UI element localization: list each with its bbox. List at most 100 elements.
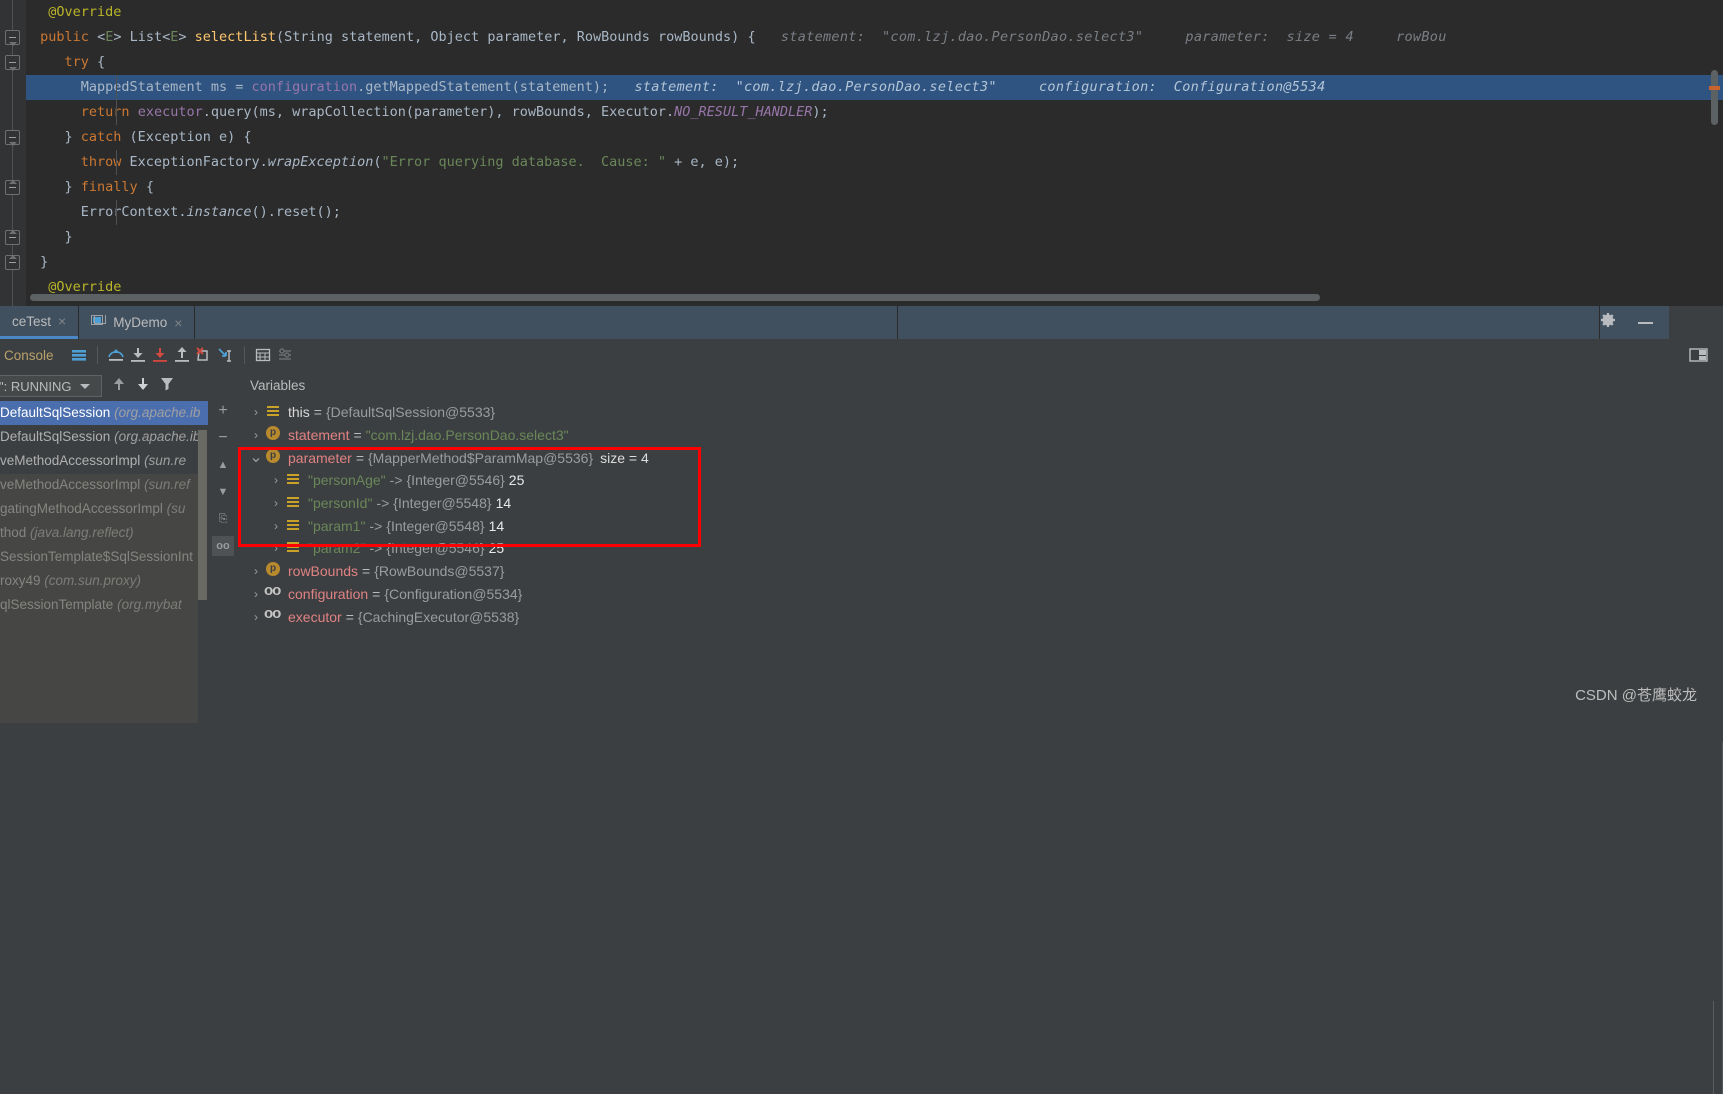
- expander-collapsed-icon[interactable]: ›: [268, 519, 284, 533]
- arrow-up-icon[interactable]: [112, 376, 126, 397]
- step-out-icon[interactable]: [171, 344, 193, 366]
- frames-toolbar[interactable]: ": RUNNING: [0, 371, 208, 401]
- editor-error-stripe-mark[interactable]: [1709, 86, 1720, 90]
- tabbar-actions[interactable]: [1600, 306, 1670, 339]
- expander-collapsed-icon[interactable]: ›: [248, 564, 264, 578]
- editor-vertical-scrollbar[interactable]: [1711, 70, 1718, 125]
- variable-row[interactable]: › "personId" -> {Integer@5548} 14: [238, 492, 1723, 515]
- code-token: executor: [137, 104, 203, 120]
- code-line[interactable]: } catch (Exception e) {: [26, 125, 1723, 150]
- indent-guide: [116, 200, 117, 225]
- console-tab-label[interactable]: Console: [0, 348, 54, 363]
- variable-row[interactable]: › "param2" -> {Integer@5546} 25: [238, 537, 1723, 560]
- frame-item[interactable]: DefaultSqlSession (org.apache.ib: [0, 425, 208, 449]
- expander-collapsed-icon[interactable]: ›: [248, 610, 264, 624]
- restore-layout-icon[interactable]: [1689, 346, 1723, 364]
- code-line[interactable]: }: [26, 225, 1723, 250]
- minimize-icon[interactable]: [1638, 321, 1654, 324]
- code-line[interactable]: @Override: [26, 0, 1723, 25]
- code-token: @Override: [48, 279, 122, 295]
- chevron-down-icon[interactable]: [79, 383, 90, 389]
- close-icon[interactable]: ×: [58, 313, 66, 329]
- map-key: "param2": [308, 540, 366, 557]
- debug-toolbar[interactable]: Console: [0, 339, 1723, 371]
- gear-icon[interactable]: [1600, 312, 1616, 333]
- code-token: wrapException: [267, 154, 374, 170]
- move-up-icon[interactable]: ▲: [212, 455, 234, 475]
- code-line[interactable]: } finally {: [26, 175, 1723, 200]
- param-icon: [264, 448, 282, 466]
- code-line[interactable]: try {: [26, 50, 1723, 75]
- fold-marker-catch[interactable]: [5, 130, 20, 146]
- code-line[interactable]: throw ExceptionFactory.wrapException("Er…: [26, 150, 1723, 175]
- variable-row[interactable]: › executor={CachingExecutor@5538}: [238, 605, 1723, 628]
- expander-collapsed-icon[interactable]: ›: [268, 473, 284, 487]
- code-token: {: [88, 54, 106, 70]
- add-watch-icon[interactable]: +: [212, 401, 234, 421]
- code-line[interactable]: public <E> List<E> selectList(String sta…: [26, 25, 1723, 50]
- variable-row[interactable]: ⌄ parameter={MapperMethod$ParamMap@5536} s…: [238, 446, 1723, 469]
- copy-value-icon[interactable]: ⎘: [212, 509, 234, 529]
- fold-marker-finally[interactable]: [5, 180, 20, 195]
- code-token: RowBounds: [576, 29, 650, 45]
- settings-list-icon[interactable]: [274, 344, 296, 366]
- fold-marker-try[interactable]: [5, 55, 20, 71]
- variable-row[interactable]: › statement="com.lzj.dao.PersonDao.select…: [238, 424, 1723, 447]
- toolbar-divider: [96, 346, 98, 364]
- force-step-into-icon[interactable]: [149, 344, 171, 366]
- variables-side-toolbar[interactable]: + − ▲ ▼ ⎘ oo: [208, 371, 238, 723]
- expander-collapsed-icon[interactable]: ›: [268, 541, 284, 555]
- remove-watch-icon[interactable]: −: [212, 428, 234, 448]
- code-editor[interactable]: @Override public <E> List<E> selectList(…: [0, 0, 1723, 306]
- frame-item[interactable]: veMethodAccessorImpl (sun.re: [0, 449, 208, 473]
- code-content[interactable]: @Override public <E> List<E> selectList(…: [26, 0, 1723, 306]
- fold-marker-method-end[interactable]: [5, 255, 20, 270]
- expander-collapsed-icon[interactable]: ›: [248, 405, 264, 419]
- code-token: parameter,: [479, 29, 577, 45]
- code-token: getMappedStatement: [365, 79, 512, 95]
- evaluate-expression-icon[interactable]: [252, 344, 274, 366]
- editor-horizontal-scrollbar[interactable]: [30, 294, 1320, 301]
- code-line[interactable]: ErrorContext.instance().reset();: [26, 200, 1723, 225]
- variable-row[interactable]: › rowBounds={RowBounds@5537}: [238, 560, 1723, 583]
- code-token: finally: [80, 179, 138, 195]
- tab-cetest[interactable]: ceTest ×: [0, 306, 79, 339]
- variable-row[interactable]: › "personAge" -> {Integer@5546} 25: [238, 469, 1723, 492]
- variable-row[interactable]: › "param1" -> {Integer@5548} 14: [238, 514, 1723, 537]
- close-icon[interactable]: ×: [174, 315, 182, 331]
- fold-marker-end[interactable]: [5, 230, 20, 245]
- code-token: + e, e);: [666, 154, 740, 170]
- code-line[interactable]: return executor.query(ms, wrapCollection…: [26, 100, 1723, 125]
- arrow-down-icon[interactable]: [136, 376, 150, 397]
- expander-expanded-icon[interactable]: ⌄: [248, 449, 264, 465]
- code-line[interactable]: MappedStatement ms = configuration.getMa…: [26, 75, 1723, 100]
- filter-icon[interactable]: [160, 376, 174, 397]
- step-into-icon[interactable]: [127, 344, 149, 366]
- run-to-cursor-icon[interactable]: [215, 344, 237, 366]
- step-over-icon[interactable]: [105, 344, 127, 366]
- drop-frame-icon[interactable]: [193, 344, 215, 366]
- map-arrow: ->: [376, 495, 390, 512]
- thread-selector[interactable]: ": RUNNING: [0, 375, 102, 397]
- frame-item[interactable]: DefaultSqlSession (org.apache.ib: [0, 401, 208, 425]
- variable-row[interactable]: › configuration={Configuration@5534}: [238, 582, 1723, 606]
- variables-panel[interactable]: Variables › this = {DefaultSqlSession@5533}…: [238, 371, 1723, 723]
- expander-collapsed-icon[interactable]: ›: [248, 587, 264, 601]
- layout-icon[interactable]: [68, 344, 90, 366]
- tab-mydemo[interactable]: MyDemo ×: [79, 306, 195, 339]
- expander-collapsed-icon[interactable]: ›: [268, 496, 284, 510]
- frames-panel[interactable]: ": RUNNING DefaultSqlSession (org.apache…: [0, 371, 208, 723]
- code-line[interactable]: }: [26, 250, 1723, 275]
- expander-collapsed-icon[interactable]: ›: [248, 428, 264, 442]
- fold-marker-method[interactable]: [5, 30, 20, 46]
- inspect-icon[interactable]: oo: [212, 536, 234, 556]
- tabbar-filler: [195, 306, 897, 339]
- tool-window-tabbar[interactable]: ceTest × MyDemo ×: [0, 306, 1723, 339]
- variables-tree[interactable]: ›this={DefaultSqlSession@5533}›statement…: [238, 401, 1723, 628]
- move-down-icon[interactable]: ▼: [212, 482, 234, 502]
- indent-guide: [116, 75, 117, 100]
- frames-scrollbar[interactable]: [198, 430, 207, 600]
- editor-gutter[interactable]: [0, 0, 26, 306]
- variable-row[interactable]: › this = {DefaultSqlSession@5533}: [238, 401, 1723, 424]
